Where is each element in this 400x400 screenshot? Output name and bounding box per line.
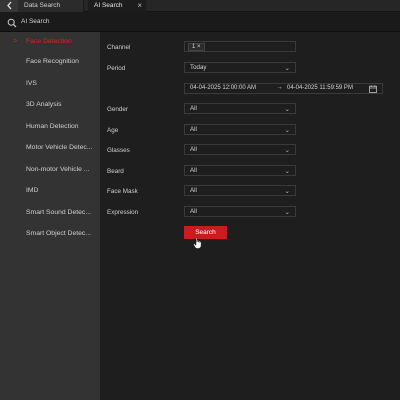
sidebar-item-label: 3D Analysis xyxy=(26,101,62,108)
channel-tag-value: 1 xyxy=(192,44,196,50)
sidebar-item-human-detection[interactable]: Human Detection xyxy=(0,117,100,137)
ai-search-icon xyxy=(7,18,17,28)
end-datetime[interactable]: 04-04-2025 11:59:59 PM xyxy=(287,85,353,91)
date-range-picker[interactable]: 04-04-2025 12:00:00 AM → 04-04-2025 11:5… xyxy=(184,83,383,94)
tab-label: AI Search xyxy=(94,2,123,9)
chevron-right-icon: > xyxy=(13,38,18,45)
start-datetime[interactable]: 04-04-2025 12:00:00 AM xyxy=(190,85,256,91)
sidebar-item-label: Face Recognition xyxy=(26,58,79,65)
beard-value: All xyxy=(190,167,197,174)
close-icon[interactable]: × xyxy=(137,0,142,12)
sidebar-item-smart-object-detection[interactable]: Smart Object Detec... xyxy=(0,224,100,244)
chevron-down-icon: ⌄ xyxy=(284,106,290,113)
sidebar-item-label: Human Detection xyxy=(26,123,79,130)
chevron-down-icon: ⌄ xyxy=(284,188,290,195)
tab-ai-search[interactable]: AI Search × xyxy=(88,0,146,12)
hand-cursor-icon xyxy=(193,237,202,249)
page-header: AI Search xyxy=(0,12,400,32)
gender-label: Gender xyxy=(107,106,129,113)
sidebar-item-ivs[interactable]: IVS xyxy=(0,74,100,94)
arrow-right-icon: → xyxy=(276,84,283,91)
sidebar-item-smart-sound-detection[interactable]: Smart Sound Detec... xyxy=(0,203,100,223)
chevron-down-icon: ⌄ xyxy=(284,147,290,154)
age-label: Age xyxy=(107,127,119,134)
period-label: Period xyxy=(107,65,126,72)
tab-bar: Data Search AI Search × xyxy=(0,0,400,12)
sidebar-item-label: Face Detection xyxy=(26,38,72,45)
face-mask-value: All xyxy=(190,187,197,194)
sidebar-item-label: Motor Vehicle Detec... xyxy=(26,144,93,151)
expression-value: All xyxy=(190,208,197,215)
sidebar-item-label: Smart Object Detec... xyxy=(26,230,91,237)
sidebar-item-label: IVS xyxy=(26,80,37,87)
beard-label: Beard xyxy=(107,168,124,175)
glasses-value: All xyxy=(190,146,197,153)
tab-data-search[interactable]: Data Search xyxy=(18,0,84,12)
chevron-down-icon: ⌄ xyxy=(284,127,290,134)
expression-label: Expression xyxy=(107,209,139,216)
glasses-label: Glasses xyxy=(107,147,130,154)
sidebar-item-non-motor-vehicle[interactable]: Non-motor Vehicle ... xyxy=(0,160,100,180)
chevron-left-icon xyxy=(6,1,11,10)
channel-select[interactable]: 1 × xyxy=(184,41,296,52)
face-mask-label: Face Mask xyxy=(107,188,138,195)
period-select[interactable]: Today ⌄ xyxy=(184,62,296,73)
face-mask-select[interactable]: All ⌄ xyxy=(184,185,296,196)
chevron-down-icon: ⌄ xyxy=(284,65,290,72)
search-button[interactable]: Search xyxy=(184,226,227,239)
back-button[interactable] xyxy=(0,0,18,12)
app-window: Data Search AI Search × AI Search > Face… xyxy=(0,0,400,400)
sidebar-item-label: Non-motor Vehicle ... xyxy=(26,166,90,173)
chevron-down-icon: ⌄ xyxy=(284,168,290,175)
age-value: All xyxy=(190,126,197,133)
search-form: Channel 1 × Period Today ⌄ 04-04-2025 12… xyxy=(100,32,400,400)
tab-label: Data Search xyxy=(24,2,61,9)
expression-select[interactable]: All ⌄ xyxy=(184,206,296,217)
glasses-select[interactable]: All ⌄ xyxy=(184,144,296,155)
sidebar-item-face-detection[interactable]: > Face Detection xyxy=(0,32,100,52)
gender-select[interactable]: All ⌄ xyxy=(184,103,296,114)
page-title: AI Search xyxy=(21,18,50,25)
sidebar-item-label: Smart Sound Detec... xyxy=(26,209,91,216)
gender-value: All xyxy=(190,105,197,112)
channel-label: Channel xyxy=(107,44,131,51)
calendar-icon[interactable] xyxy=(369,85,377,93)
channel-tag[interactable]: 1 × xyxy=(188,43,205,51)
sidebar-item-label: IMD xyxy=(26,187,39,194)
sidebar-item-face-recognition[interactable]: Face Recognition xyxy=(0,52,100,72)
chevron-down-icon: ⌄ xyxy=(284,209,290,216)
period-value: Today xyxy=(190,64,207,71)
sidebar: > Face Detection Face Recognition IVS 3D… xyxy=(0,32,100,400)
age-select[interactable]: All ⌄ xyxy=(184,124,296,135)
sidebar-item-motor-vehicle-detection[interactable]: Motor Vehicle Detec... xyxy=(0,138,100,158)
sidebar-item-3d-analysis[interactable]: 3D Analysis xyxy=(0,95,100,115)
sidebar-item-imd[interactable]: IMD xyxy=(0,181,100,201)
beard-select[interactable]: All ⌄ xyxy=(184,165,296,176)
remove-icon[interactable]: × xyxy=(197,44,201,50)
